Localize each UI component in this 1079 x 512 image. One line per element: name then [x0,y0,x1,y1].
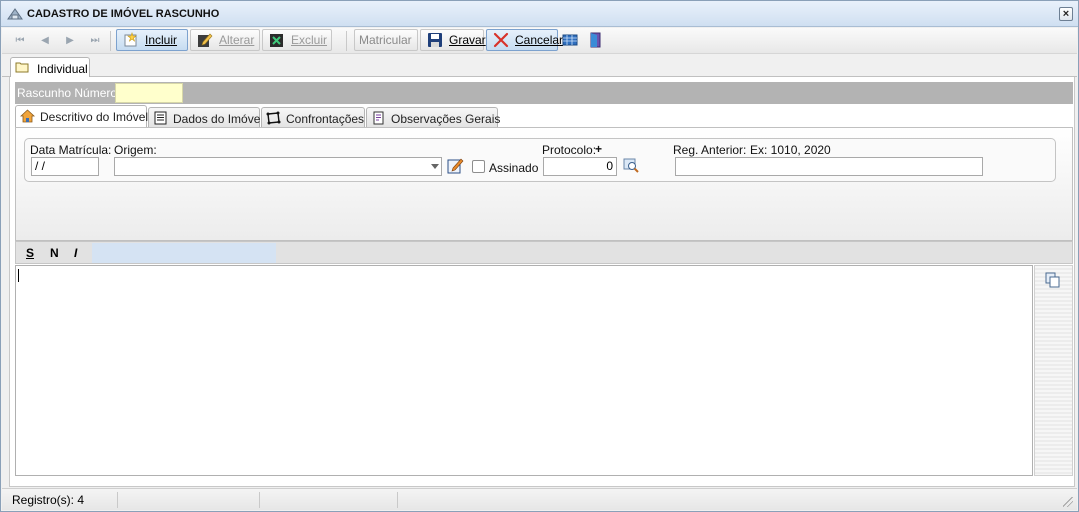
chevron-down-icon [431,164,439,169]
text-caret [18,269,19,282]
alterar-label: Alterar [219,33,255,47]
last-record-button[interactable]: ⏭ [89,34,101,47]
incluir-label: Incluir [145,33,178,47]
delete-icon [270,34,283,47]
edit-icon [198,33,213,47]
data-matricula-input[interactable]: / / [31,157,99,176]
polygon-icon [266,111,281,125]
cancel-icon [493,32,509,48]
assinado-label: Assinado [489,161,539,175]
cancelar-label: Cancelar [515,33,564,47]
format-highlight-area [92,243,276,263]
house-icon [20,109,35,123]
gravar-label: Gravar [449,33,486,47]
window-title: CADASTRO DE IMÓVEL RASCUNHO [27,8,220,20]
rascunho-label: Rascunho Número: [17,86,121,100]
tab-label: Confrontações [286,112,365,126]
inner-tab-strip: Descritivo do Imóvel Dados do Imóvel Con… [15,105,1073,127]
format-toolbar: S N I [15,241,1073,264]
protocolo-label: Protocolo: [542,143,597,157]
reg-anterior-input[interactable] [675,157,983,176]
search-icon[interactable] [623,158,639,174]
data-matricula-label: Data Matrícula: [30,143,112,157]
document-icon [154,111,167,125]
tab-descritivo-do-imovel[interactable]: Descritivo do Imóvel [15,105,149,127]
gravar-button[interactable]: Gravar [420,29,486,51]
edit-origem-icon[interactable] [447,157,465,175]
tab-individual-label: Individual [37,62,88,76]
copy-icon[interactable] [1045,272,1061,288]
toolbar-separator [110,31,111,51]
excluir-label: Excluir [291,33,328,47]
tab-dados-do-imovel[interactable]: Dados do Imóvel [148,107,264,127]
add-icon [124,32,137,47]
editor-side-strip [1034,265,1073,476]
main-window: CADASTRO DE IMÓVEL RASCUNHO × ⏮ ◀ ▶ ⏭ In… [0,0,1079,512]
excluir-button[interactable]: Excluir [262,29,332,51]
title-bar: CADASTRO DE IMÓVEL RASCUNHO × [1,1,1078,27]
tab-observacoes-gerais[interactable]: Observações Gerais [366,107,501,127]
previous-record-button[interactable]: ◀ [39,34,51,47]
tab-label: Descritivo do Imóvel [40,110,149,124]
protocolo-input[interactable]: 0 [543,157,617,176]
reg-anterior-label: Reg. Anterior: [673,143,747,157]
status-cell [260,492,398,508]
bold-button[interactable]: N [50,246,59,260]
grid-icon[interactable] [562,32,578,48]
protocolo-add-button[interactable]: + [595,142,602,156]
matricula-group: Data Matrícula: / / Origem: Assinado Pro… [24,138,1056,182]
alterar-button[interactable]: Alterar [190,29,260,51]
folder-icon [15,62,29,73]
incluir-button[interactable]: Incluir [116,29,188,51]
next-record-button[interactable]: ▶ [64,34,76,47]
outer-tab-panel: Rascunho Número: Descritivo do Imóvel Da… [9,77,1075,487]
close-button[interactable]: × [1059,7,1073,21]
tab-label: Observações Gerais [391,112,501,126]
toolbar: ⏮ ◀ ▶ ⏭ Incluir Alterar Excluir Matricul… [2,28,1077,54]
rascunho-numero-input[interactable] [115,83,183,103]
status-bar: Registro(s): 4 [2,488,1077,510]
cancelar-button[interactable]: Cancelar [486,29,563,51]
outer-tab-strip: Individual [2,55,1077,78]
status-cell [2,492,118,508]
italic-button[interactable]: I [74,246,77,260]
tab-individual[interactable]: Individual [10,57,90,78]
first-record-button[interactable]: ⏮ [14,34,26,47]
tab-label: Dados do Imóvel [173,112,264,126]
save-icon [428,33,442,47]
matricular-button[interactable]: Matricular [354,29,418,51]
underline-button[interactable]: S [26,246,34,260]
descritivo-panel: Data Matrícula: / / Origem: Assinado Pro… [15,127,1073,241]
exit-door-icon[interactable] [588,32,604,48]
status-cell [118,492,260,508]
assinado-checkbox[interactable] [472,160,485,173]
tab-confrontacoes[interactable]: Confrontações [261,107,365,127]
app-icon [7,8,23,20]
descritivo-text-editor[interactable] [15,265,1033,476]
notes-icon [373,111,384,125]
rascunho-bar: Rascunho Número: [15,82,1073,104]
origem-select[interactable] [114,157,442,176]
toolbar-separator [346,31,347,51]
reg-anterior-hint: Ex: 1010, 2020 [750,143,831,157]
origem-label: Origem: [114,143,157,157]
resize-grip-icon[interactable] [1063,497,1073,507]
